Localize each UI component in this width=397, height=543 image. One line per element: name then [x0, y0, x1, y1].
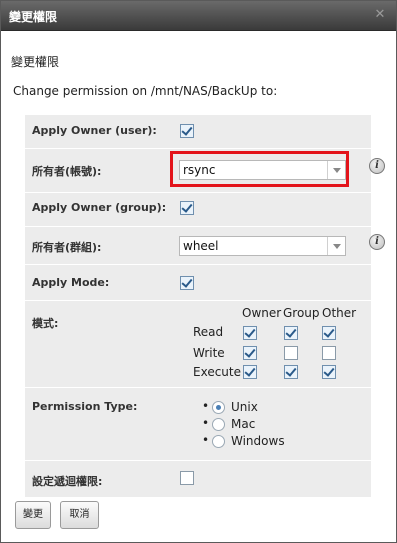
owner-group-value: wheel	[183, 239, 219, 253]
write-group-checkbox[interactable]	[284, 346, 298, 360]
mode-row-write: Write	[193, 346, 225, 360]
row-apply-owner-user: Apply Owner (user):	[25, 114, 371, 148]
apply-owner-user-checkbox[interactable]	[180, 124, 194, 138]
permission-type-label: Permission Type:	[32, 400, 138, 413]
owner-user-label: 所有者(帳號):	[32, 165, 102, 178]
close-icon[interactable]: ✕	[372, 7, 388, 23]
apply-owner-group-label: Apply Owner (group):	[32, 201, 167, 214]
apply-mode-checkbox[interactable]	[180, 276, 194, 290]
cancel-button[interactable]: 取消	[60, 501, 99, 529]
owner-group-select[interactable]: wheel	[179, 236, 346, 256]
bullet: •	[202, 399, 210, 413]
info-icon[interactable]: i	[369, 234, 385, 250]
recursive-label: 設定遞迴權限:	[32, 475, 103, 488]
mode-row-read: Read	[193, 325, 224, 339]
permission-type-unix-radio[interactable]	[212, 401, 225, 414]
bullet: •	[202, 416, 210, 430]
permission-type-windows-radio[interactable]	[212, 435, 225, 448]
mode-col-other: Other	[322, 306, 357, 320]
owner-group-label: 所有者(群組):	[32, 241, 102, 254]
row-permission-type: Permission Type:	[25, 387, 371, 460]
row-apply-owner-group: Apply Owner (group):	[25, 192, 371, 226]
chevron-down-icon[interactable]	[327, 237, 345, 255]
bullet: •	[202, 433, 210, 447]
dialog-subtitle: 變更權限	[11, 55, 60, 69]
read-group-checkbox[interactable]	[284, 326, 298, 340]
change-button[interactable]: 變更	[15, 501, 51, 529]
change-permission-dialog: 變更權限 ✕ 變更權限 Change permission on /mnt/NA…	[0, 0, 397, 543]
execute-other-checkbox[interactable]	[322, 365, 336, 379]
permission-type-unix-label: Unix	[231, 400, 258, 414]
mode-col-group: Group	[283, 306, 320, 320]
mode-label: 模式:	[32, 317, 59, 330]
write-owner-checkbox[interactable]	[243, 346, 257, 360]
mode-row-execute: Execute	[193, 365, 241, 379]
execute-owner-checkbox[interactable]	[243, 365, 257, 379]
permission-type-mac-radio[interactable]	[212, 418, 225, 431]
info-icon[interactable]: i	[369, 158, 385, 174]
execute-group-checkbox[interactable]	[284, 365, 298, 379]
dialog-description: Change permission on /mnt/NAS/BackUp to:	[13, 84, 278, 98]
dialog-title: 變更權限	[9, 10, 58, 24]
permission-type-mac-label: Mac	[231, 417, 256, 431]
highlight-box	[170, 151, 349, 187]
row-apply-mode: Apply Mode:	[25, 264, 371, 300]
apply-mode-label: Apply Mode:	[32, 276, 110, 289]
recursive-checkbox[interactable]	[180, 471, 194, 485]
read-owner-checkbox[interactable]	[243, 326, 257, 340]
row-recursive: 設定遞迴權限:	[25, 460, 371, 497]
permission-type-windows-label: Windows	[231, 434, 285, 448]
write-other-checkbox[interactable]	[322, 346, 336, 360]
mode-col-owner: Owner	[242, 306, 282, 320]
apply-owner-group-checkbox[interactable]	[180, 201, 194, 215]
apply-owner-user-label: Apply Owner (user):	[32, 124, 157, 137]
read-other-checkbox[interactable]	[322, 326, 336, 340]
dialog-titlebar[interactable]: 變更權限 ✕	[1, 1, 396, 31]
